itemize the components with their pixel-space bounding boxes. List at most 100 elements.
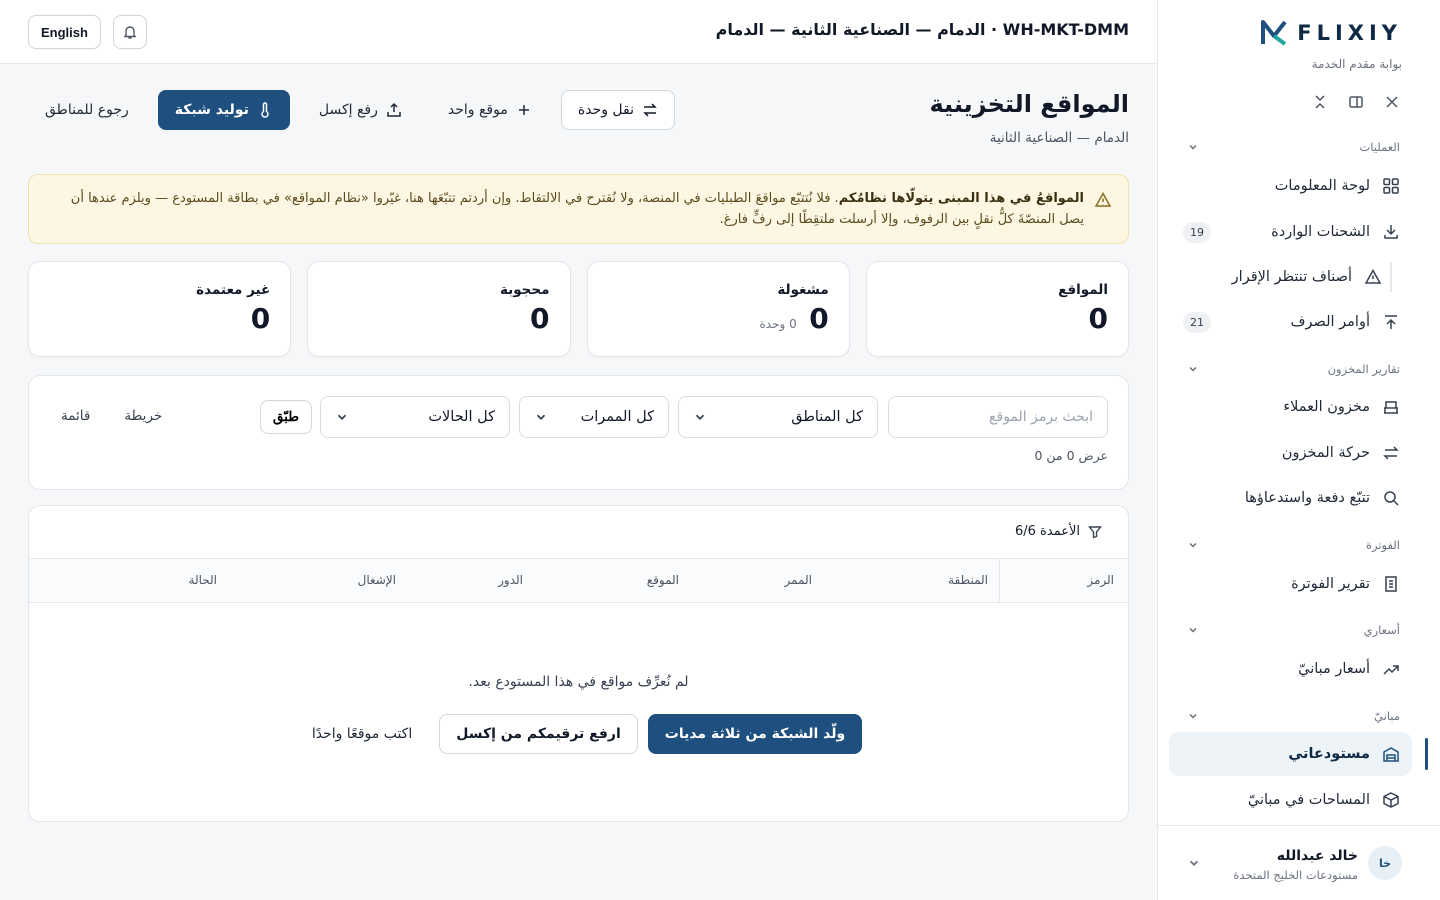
write-single-location-button[interactable]: اكتب موقعًا واحدًا bbox=[295, 714, 429, 754]
nav-section-title: أسعاري bbox=[1363, 623, 1400, 637]
zone-select[interactable]: كل المناطق bbox=[678, 396, 878, 438]
collapse-icon[interactable] bbox=[1312, 94, 1328, 110]
sidebar-item-label: الشحنات الواردة bbox=[1271, 224, 1370, 240]
sidebar-item-pending-items[interactable]: أصناف تنتظر الإقرار bbox=[1183, 263, 1382, 291]
sidebar-item-my-warehouses[interactable]: مستودعاتي bbox=[1169, 732, 1428, 776]
page-title: المواقع التخزينية bbox=[929, 90, 1130, 118]
select-value: كل الحالات bbox=[428, 409, 495, 425]
swap-icon bbox=[1382, 444, 1400, 462]
nav-section-billing[interactable]: الفوترة bbox=[1187, 538, 1400, 552]
locations-alert: المواقعُ في هذا المبنى يتولّاها نظامُكم.… bbox=[28, 174, 1129, 244]
alert-triangle-icon bbox=[1094, 191, 1112, 209]
view-toggle: قائمة خريطة bbox=[61, 408, 162, 424]
submenu-rail bbox=[1390, 262, 1392, 292]
results-count: عرض 0 من 0 bbox=[1034, 448, 1108, 463]
sidebar-item-dashboard[interactable]: لوحة المعلومات bbox=[1183, 172, 1400, 200]
column-header-occupancy[interactable]: الإشغال bbox=[358, 573, 396, 587]
notifications-button[interactable] bbox=[113, 15, 147, 49]
alert-triangle-icon bbox=[1364, 268, 1382, 286]
chevron-down-icon bbox=[1187, 856, 1201, 870]
stat-card-unapproved: غير معتمدة 0 bbox=[28, 261, 292, 357]
count-badge: 19 bbox=[1183, 221, 1211, 243]
back-to-zones-button[interactable]: رجوع للمناطق bbox=[28, 90, 146, 130]
view-map-tab[interactable]: خريطة bbox=[124, 408, 162, 424]
column-header-aisle[interactable]: الممر bbox=[785, 573, 813, 587]
sidebar-item-customer-stock[interactable]: مخزون العملاء bbox=[1183, 393, 1400, 421]
generate-grid-button[interactable]: توليد شبكة bbox=[157, 90, 290, 130]
nav-section-buildings[interactable]: مبانيّ bbox=[1187, 709, 1400, 723]
stat-label: غير معتمدة bbox=[196, 282, 271, 298]
column-header-level[interactable]: الدور bbox=[498, 573, 523, 587]
sidebar-item-inbound[interactable]: الشحنات الواردة 19 bbox=[1183, 218, 1400, 246]
view-list-tab[interactable]: قائمة bbox=[61, 408, 90, 424]
breadcrumb: WH-MKT-DMM · الدمام — الصناعية الثانية —… bbox=[715, 20, 1129, 39]
columns-toggle[interactable]: الأعمدة 6/6 bbox=[1015, 524, 1102, 539]
select-value: كل الممرات bbox=[580, 409, 654, 425]
chevron-down-icon bbox=[1187, 539, 1199, 551]
chevron-down-icon bbox=[534, 410, 548, 424]
sidebar-item-billing-report[interactable]: تقرير الفوترة bbox=[1183, 570, 1400, 598]
count-badge: 21 bbox=[1183, 311, 1211, 333]
upload-icon bbox=[1382, 313, 1400, 331]
avatar: خا bbox=[1368, 846, 1402, 880]
button-label: رفع إكسل bbox=[318, 102, 378, 118]
main-content: المواقع التخزينية الدمام — الصناعية الثا… bbox=[0, 64, 1157, 900]
swap-icon bbox=[642, 102, 658, 118]
bell-icon bbox=[122, 24, 138, 40]
sidebar-item-label: المساحات في مبانيّ bbox=[1247, 792, 1370, 808]
column-header-status[interactable]: الحالة bbox=[189, 573, 217, 587]
warehouse-icon bbox=[1382, 745, 1400, 763]
sidebar-item-label: تقرير الفوترة bbox=[1291, 576, 1370, 592]
upload-numbering-button[interactable]: ارفع ترقيمكم من إكسل bbox=[439, 714, 638, 754]
stat-value: 0 bbox=[250, 302, 271, 335]
column-header-zone[interactable]: المنطقة bbox=[948, 573, 988, 587]
chevron-down-icon bbox=[335, 410, 349, 424]
sidebar-item-building-spaces[interactable]: المساحات في مبانيّ bbox=[1183, 786, 1400, 814]
chevron-down-icon bbox=[693, 410, 707, 424]
filters-card: كل المناطق كل الممرات كل الحالات طبّق قا… bbox=[28, 375, 1129, 490]
select-value: كل المناطق bbox=[791, 409, 863, 425]
upload-excel-button[interactable]: رفع إكسل bbox=[302, 90, 419, 130]
panel-icon[interactable] bbox=[1348, 94, 1364, 110]
nav-section-operations[interactable]: العمليات bbox=[1187, 140, 1400, 154]
sidebar-item-stock-movement[interactable]: حركة المخزون bbox=[1183, 439, 1400, 467]
table-header: الرمز المنطقة الممر الموقع الدور الإشغال… bbox=[29, 558, 1128, 603]
columns-toggle-label: الأعمدة 6/6 bbox=[1015, 524, 1080, 539]
move-unit-button[interactable]: نقل وحدة bbox=[560, 90, 675, 130]
chevron-down-icon bbox=[1187, 141, 1199, 153]
stat-card-locations: المواقع 0 bbox=[865, 261, 1129, 357]
user-profile[interactable]: خا خالد عبدالله مستودعات الخليج المتحدة bbox=[1157, 825, 1440, 900]
search-icon bbox=[1382, 489, 1400, 507]
trending-up-icon bbox=[1382, 660, 1400, 678]
language-button[interactable]: English bbox=[28, 15, 101, 49]
status-select[interactable]: كل الحالات bbox=[320, 396, 510, 438]
button-label: توليد شبكة bbox=[174, 102, 249, 118]
apply-filters-button[interactable]: طبّق bbox=[259, 400, 312, 434]
column-header-code[interactable]: الرمز bbox=[1087, 573, 1114, 587]
user-name: خالد عبدالله bbox=[1276, 848, 1358, 864]
topbar: WH-MKT-DMM · الدمام — الصناعية الثانية —… bbox=[0, 0, 1157, 64]
column-header-location[interactable]: الموقع bbox=[647, 573, 679, 587]
upload-icon bbox=[386, 102, 402, 118]
page-subtitle: الدمام — الصناعية الثانية bbox=[989, 130, 1129, 146]
brand-logo-icon bbox=[1259, 18, 1289, 48]
sidebar-item-label: مستودعاتي bbox=[1288, 746, 1370, 762]
sidebar-item-building-prices[interactable]: أسعار مبانيّ bbox=[1183, 655, 1400, 683]
nav-section-inventory-reports[interactable]: تقارير المخزون bbox=[1187, 362, 1400, 376]
nav-section-title: الفوترة bbox=[1365, 538, 1400, 552]
grid-icon bbox=[1382, 177, 1400, 195]
chevron-down-icon bbox=[1187, 624, 1199, 636]
add-single-location-button[interactable]: موقع واحد bbox=[431, 90, 549, 130]
empty-state-actions: ولّد الشبكة من ثلاثة مديات ارفع ترقيمكم … bbox=[29, 714, 1128, 754]
nav-section-title: العمليات bbox=[1359, 140, 1400, 154]
aisle-select[interactable]: كل الممرات bbox=[519, 396, 669, 438]
sidebar: FLIXIY بوابة مقدم الخدمة العمليات لوحة ا… bbox=[1157, 0, 1440, 900]
nav-section-prices[interactable]: أسعاري bbox=[1187, 623, 1400, 637]
sidebar-item-label: أسعار مبانيّ bbox=[1298, 661, 1370, 677]
search-input[interactable] bbox=[888, 396, 1108, 438]
sidebar-item-batch-trace[interactable]: تتبّع دفعة واستدعاؤها bbox=[1183, 484, 1400, 512]
sidebar-item-outbound[interactable]: أوامر الصرف 21 bbox=[1183, 308, 1400, 336]
generate-grid-ranges-button[interactable]: ولّد الشبكة من ثلاثة مديات bbox=[647, 714, 863, 754]
close-icon[interactable] bbox=[1384, 94, 1400, 110]
stat-label: المواقع bbox=[1058, 282, 1108, 298]
